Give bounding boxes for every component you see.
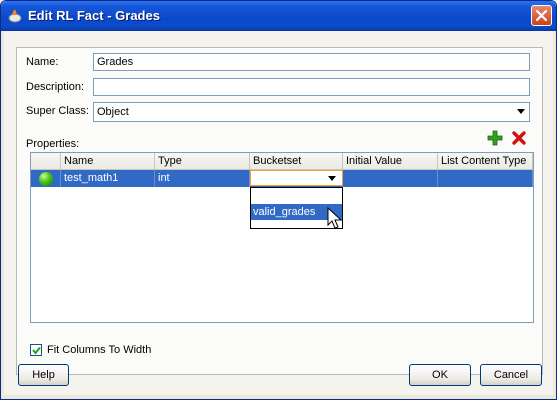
name-field[interactable]: Grades — [93, 53, 530, 71]
superclass-value: Object — [97, 106, 129, 118]
column-header-list-content-type[interactable]: List Content Type — [438, 153, 533, 169]
plus-icon[interactable] — [487, 130, 503, 146]
superclass-label: Super Class: — [26, 105, 89, 117]
close-button[interactable] — [531, 5, 552, 26]
fit-columns-label[interactable]: Fit Columns To Width — [47, 344, 151, 356]
oracle-app-icon — [8, 9, 22, 23]
fit-columns-checkbox[interactable] — [30, 344, 42, 356]
row-icon-cell — [31, 170, 61, 187]
properties-table[interactable]: Name Type Bucketset Initial Value List C… — [30, 152, 534, 323]
checkmark-icon — [32, 346, 41, 355]
help-button[interactable]: Help — [18, 364, 69, 386]
name-label: Name: — [26, 56, 59, 68]
dialog-body: Name: Grades Description: Super Class: O… — [4, 31, 553, 395]
properties-panel: Name: Grades Description: Super Class: O… — [16, 47, 543, 375]
column-header-name[interactable]: Name — [61, 153, 155, 169]
chevron-down-icon — [517, 109, 525, 114]
dialog-window: Edit RL Fact - Grades Name: Grades Descr… — [0, 0, 557, 400]
cancel-button[interactable]: Cancel — [480, 364, 542, 386]
column-header-initial-value[interactable]: Initial Value — [343, 153, 438, 169]
cell-initial-value[interactable] — [343, 170, 438, 187]
chevron-down-icon — [328, 176, 336, 181]
mouse-pointer-icon — [327, 207, 343, 229]
window-title: Edit RL Fact - Grades — [28, 8, 160, 23]
column-header-type[interactable]: Type — [155, 153, 250, 169]
table-header: Name Type Bucketset Initial Value List C… — [31, 153, 533, 170]
properties-label: Properties: — [26, 138, 80, 150]
description-label: Description: — [26, 81, 85, 93]
cell-list-content-type[interactable] — [438, 170, 533, 187]
ok-button[interactable]: OK — [409, 364, 471, 386]
cell-name[interactable]: test_math1 — [61, 170, 155, 187]
column-header-icon — [31, 153, 61, 169]
bucketset-select[interactable] — [250, 170, 343, 186]
description-field[interactable] — [93, 78, 530, 96]
cell-type[interactable]: int — [155, 170, 250, 187]
delete-x-icon[interactable] — [511, 130, 527, 146]
superclass-select[interactable]: Object — [93, 102, 530, 122]
title-bar[interactable]: Edit RL Fact - Grades — [1, 1, 556, 31]
close-icon — [535, 9, 548, 22]
column-header-bucketset[interactable]: Bucketset — [250, 153, 343, 169]
